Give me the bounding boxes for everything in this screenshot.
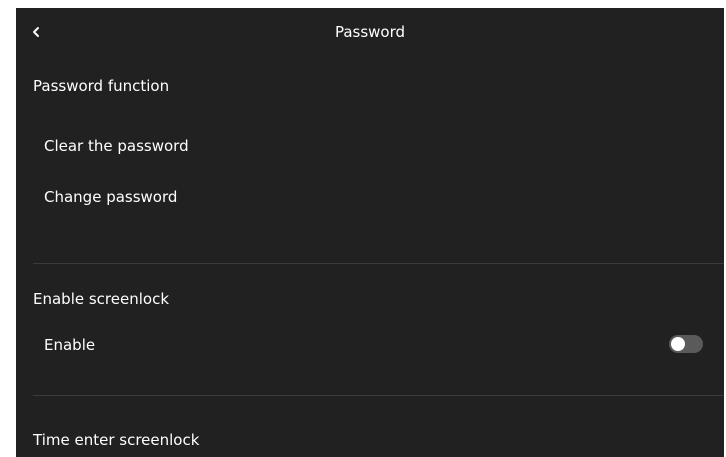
enable-screenlock-toggle[interactable] xyxy=(669,335,703,353)
section-title-password-function: Password function xyxy=(33,77,170,95)
toggle-knob xyxy=(671,337,685,351)
header-bar: Password xyxy=(16,8,724,56)
change-password-item[interactable]: Change password xyxy=(44,187,177,207)
section-title-enable-screenlock: Enable screenlock xyxy=(33,290,170,308)
divider xyxy=(33,263,724,264)
page-title: Password xyxy=(334,23,406,41)
divider xyxy=(33,395,724,396)
settings-screen: Password Password function Clear the pas… xyxy=(16,8,724,457)
enable-screenlock-label: Enable xyxy=(44,336,96,354)
section-title-time-enter-screenlock: Time enter screenlock xyxy=(33,431,200,449)
clear-password-item[interactable]: Clear the password xyxy=(44,136,189,156)
